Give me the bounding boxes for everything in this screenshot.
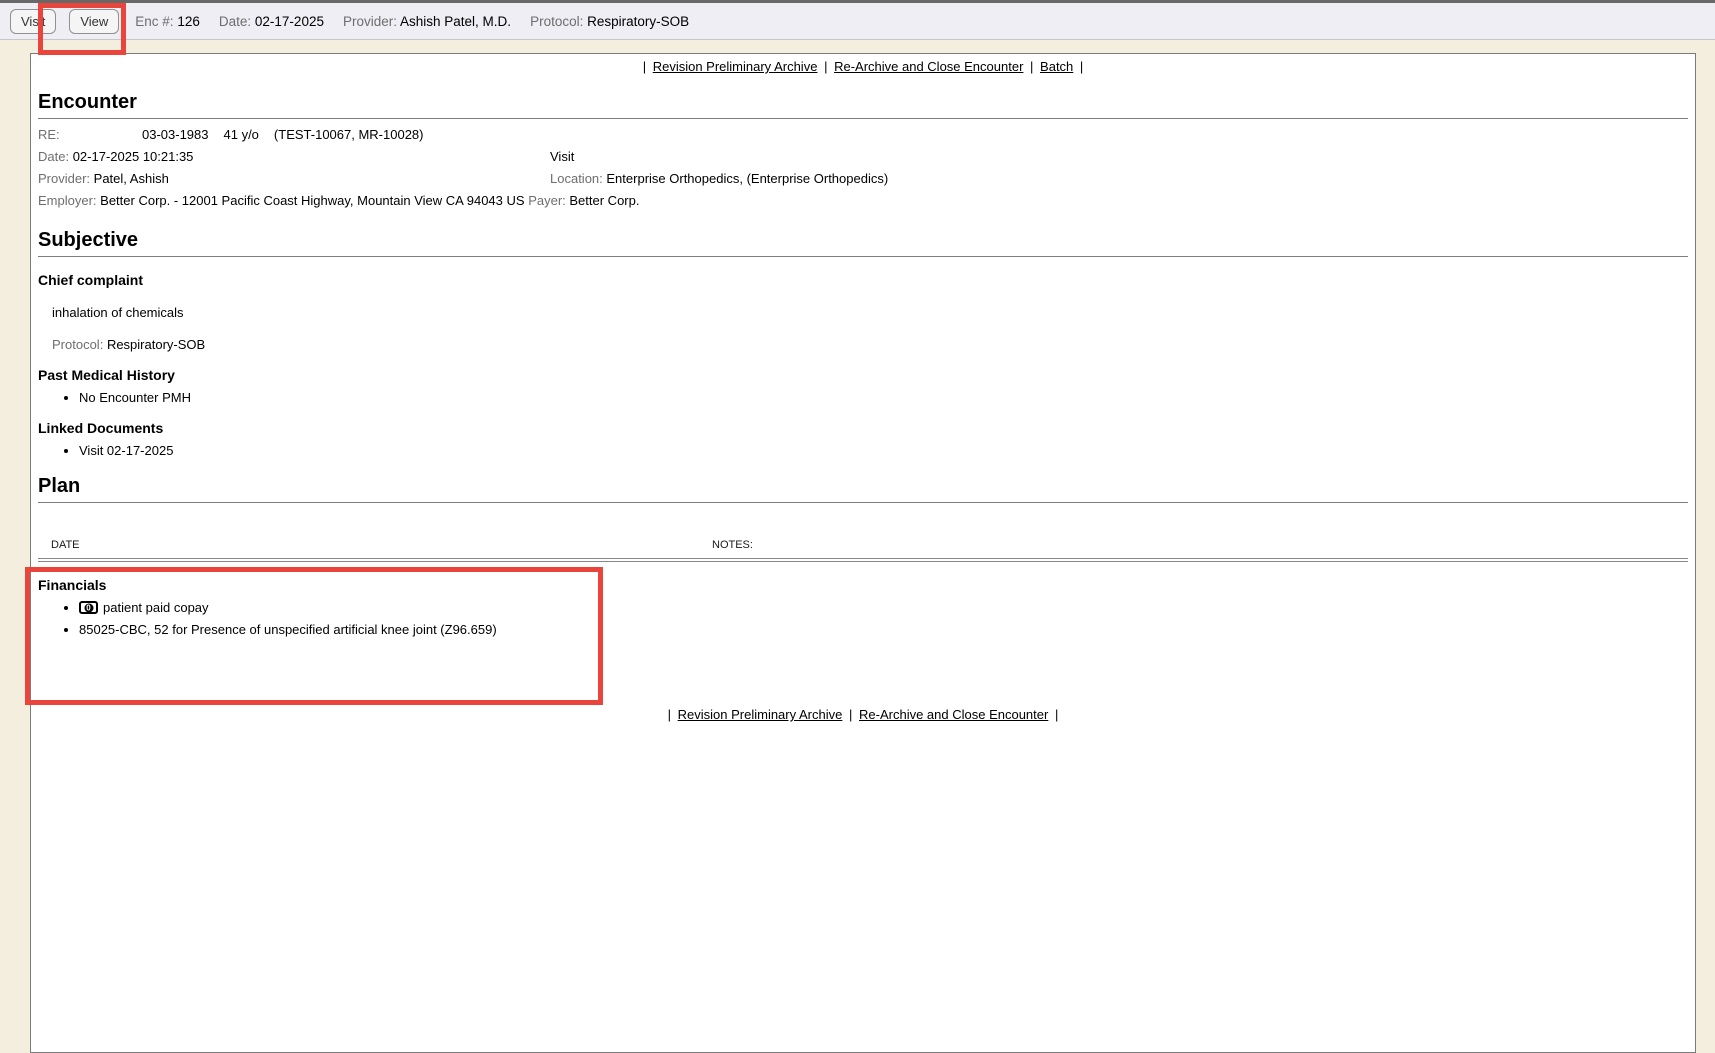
employer-label: Employer: [38,193,97,208]
visit-type-value: Visit [550,146,574,168]
linked-documents-list: Visit 02-17-2025 [38,443,1688,458]
financial-item-text: 85025-CBC, 52 for Presence of unspecifie… [79,622,497,637]
encounter-section-heading: Encounter [38,91,1688,114]
enc-protocol-value: Respiratory-SOB [587,14,689,29]
provider-label: Provider: [38,171,90,186]
enc-number-label: Enc #: [135,14,173,29]
revision-preliminary-archive-link-bottom[interactable]: Revision Preliminary Archive [678,707,843,722]
location-value: Enterprise Orthopedics, (Enterprise Orth… [606,171,888,186]
list-item: Visit 02-17-2025 [79,443,1688,458]
batch-link[interactable]: Batch [1040,59,1073,74]
employer-value: Better Corp. - 12001 Pacific Coast Highw… [100,193,524,208]
date-value: 02-17-2025 10:21:35 [73,149,194,164]
money-icon-digit: 0 [84,603,93,612]
separator: | [1030,59,1033,74]
chief-complaint-heading: Chief complaint [38,272,1688,288]
enc-provider-field: Provider: Ashish Patel, M.D. [343,14,511,29]
protocol-value: Respiratory-SOB [107,337,205,352]
ehr-encounter-screen: { "topbar": { "visit_label": "Visit", "v… [0,0,1715,731]
provider-line: Provider: Patel, Ashish Location: Enterp… [38,168,1688,190]
separator: | [668,707,671,722]
enc-protocol-label: Protocol: [530,14,583,29]
separator: | [1055,707,1058,722]
patient-re-line: RE:03-03-1983 41 y/o (TEST-10067, MR-10028… [38,124,1688,146]
enc-provider-label: Provider: [343,14,397,29]
enc-provider-value: Ashish Patel, M.D. [400,14,511,29]
enc-date-value: 02-17-2025 [255,14,324,29]
encounter-toolbar: Visit View Enc #: 126 Date: 02-17-2025 P… [0,3,1715,40]
list-item: 85025-CBC, 52 for Presence of unspecifie… [79,622,1688,637]
protocol-line: Protocol: Respiratory-SOB [52,337,1688,352]
linked-documents-heading: Linked Documents [38,420,1688,436]
plan-section-heading: Plan [38,475,1688,498]
separator: | [824,59,827,74]
toolbar-fields: Enc #: 126 Date: 02-17-2025 Provider: As… [135,14,708,29]
plan-date-column-header: DATE [51,539,80,551]
financials-list: 0 patient paid copay 85025-CBC, 52 for Pr… [38,600,1688,637]
provider-value: Patel, Ashish [94,171,169,186]
separator: | [1080,59,1083,74]
archive-actions-bottom: | Revision Preliminary Archive | Re-Arch… [38,707,1688,722]
patient-dob: 03-03-1983 [142,127,209,142]
enc-protocol-field: Protocol: Respiratory-SOB [530,14,689,29]
employer-line: Employer: Better Corp. - 12001 Pacific C… [38,190,1688,212]
payer-label: Payer: [528,193,566,208]
list-item: 0 patient paid copay [79,600,1688,615]
enc-number-value: 126 [177,14,200,29]
plan-notes-column-header: NOTES: [712,539,753,551]
separator: | [849,707,852,722]
section-divider [38,502,1688,503]
location-field: Location: Enterprise Orthopedics, (Enter… [550,168,888,190]
payer-value: Better Corp. [569,193,639,208]
pmh-list: No Encounter PMH [38,390,1688,405]
separator: | [643,59,646,74]
re-archive-close-encounter-link-bottom[interactable]: Re-Archive and Close Encounter [859,707,1048,722]
enc-number-field: Enc #: 126 [135,14,200,29]
past-medical-history-heading: Past Medical History [38,367,1688,383]
plan-table-divider [38,558,1688,562]
enc-date-field: Date: 02-17-2025 [219,14,324,29]
list-item: No Encounter PMH [79,390,1688,405]
re-label: RE: [38,124,142,146]
financials-heading: Financials [38,577,1688,593]
view-tab-button[interactable]: View [69,9,119,34]
enc-date-label: Date: [219,14,251,29]
money-banknote-icon: 0 [79,601,98,614]
re-archive-close-encounter-link-top[interactable]: Re-Archive and Close Encounter [834,59,1023,74]
chief-complaint-text: inhalation of chemicals [52,305,1688,320]
protocol-label: Protocol: [52,337,103,352]
section-divider [38,118,1688,119]
encounter-document-panel: | Revision Preliminary Archive | Re-Arch… [30,53,1696,1053]
revision-preliminary-archive-link-top[interactable]: Revision Preliminary Archive [653,59,818,74]
patient-ids: (TEST-10067, MR-10028) [274,127,424,142]
encounter-date-line: Date: 02-17-2025 10:21:35 Visit [38,146,1688,168]
archive-actions-top: | Revision Preliminary Archive | Re-Arch… [38,59,1688,74]
financial-item-text: patient paid copay [103,600,209,615]
subjective-section-heading: Subjective [38,229,1688,252]
section-divider [38,256,1688,257]
plan-table-header: DATE NOTES: [38,539,1688,553]
location-label: Location: [550,171,603,186]
date-label: Date: [38,149,69,164]
visit-tab-button[interactable]: Visit [10,9,56,34]
patient-age: 41 y/o [224,127,259,142]
